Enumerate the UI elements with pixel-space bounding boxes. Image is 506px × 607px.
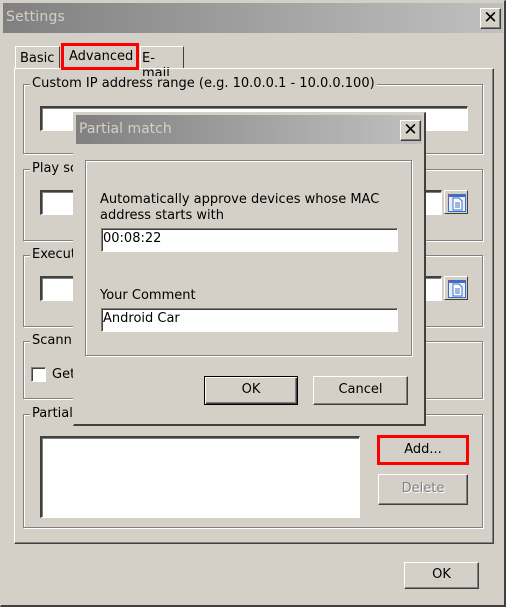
add-button-label: Add... bbox=[404, 442, 442, 457]
document-icon bbox=[448, 280, 466, 298]
dialog-title: Partial match bbox=[79, 121, 172, 137]
settings-title-bar[interactable]: Settings ✕ bbox=[3, 3, 503, 33]
tab-email[interactable]: E-mail bbox=[140, 46, 184, 81]
execute-browse-button[interactable] bbox=[444, 276, 468, 300]
partial-match-dialog: Partial match ✕ Automatically approve de… bbox=[73, 112, 426, 426]
scanning-checkbox-label: Get bbox=[52, 367, 76, 382]
tab-basic-label: Basic bbox=[20, 51, 55, 66]
delete-button-label: Delete bbox=[401, 481, 445, 496]
play-sound-legend: Play sc bbox=[30, 161, 80, 176]
partial-match-list[interactable] bbox=[40, 436, 360, 518]
dialog-cancel-button[interactable]: Cancel bbox=[313, 376, 408, 405]
add-button[interactable]: Add... bbox=[377, 435, 469, 465]
execute-legend: Execut bbox=[30, 247, 78, 262]
dialog-ok-label: OK bbox=[241, 382, 261, 397]
tab-advanced-label: Advanced bbox=[69, 49, 134, 64]
play-sound-browse-button[interactable] bbox=[444, 190, 468, 214]
tab-basic[interactable]: Basic bbox=[15, 46, 60, 69]
settings-ok-label: OK bbox=[432, 567, 451, 582]
scanning-legend: Scanni bbox=[30, 333, 78, 348]
dialog-ok-button[interactable]: OK bbox=[204, 376, 298, 405]
partial-match-legend: Partial bbox=[30, 406, 75, 421]
comment-label: Your Comment bbox=[100, 288, 196, 303]
comment-input[interactable]: Android Car bbox=[101, 308, 398, 332]
ip-range-legend: Custom IP address range (e.g. 10.0.0.1 -… bbox=[30, 76, 377, 91]
settings-ok-button[interactable]: OK bbox=[404, 562, 479, 589]
close-icon: ✕ bbox=[403, 120, 418, 140]
document-icon bbox=[448, 194, 466, 212]
window-title: Settings bbox=[6, 9, 66, 25]
dialog-cancel-label: Cancel bbox=[338, 382, 383, 397]
dialog-title-bar[interactable]: Partial match ✕ bbox=[76, 115, 422, 144]
mac-prefix-input[interactable]: 00:08:22 bbox=[101, 228, 398, 252]
dialog-close-button[interactable]: ✕ bbox=[400, 120, 421, 141]
scanning-checkbox[interactable] bbox=[31, 367, 46, 382]
mac-prefix-label: Automatically approve devices whose MAC … bbox=[100, 192, 380, 223]
close-button[interactable]: ✕ bbox=[480, 8, 501, 29]
close-icon: ✕ bbox=[483, 8, 498, 28]
delete-button[interactable]: Delete bbox=[378, 474, 468, 505]
tab-advanced[interactable]: Advanced bbox=[61, 43, 139, 70]
